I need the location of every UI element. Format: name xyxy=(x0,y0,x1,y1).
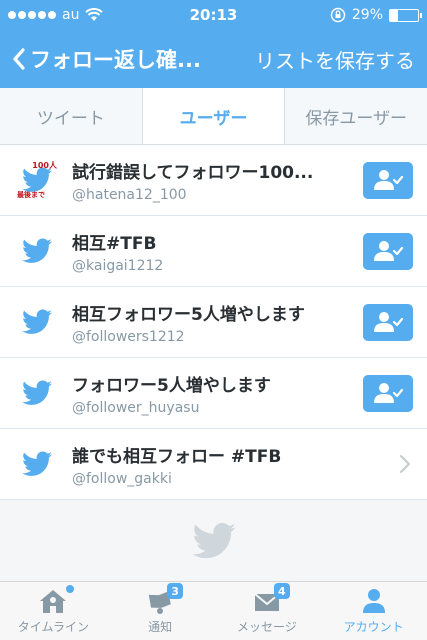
rotation-lock-icon xyxy=(330,7,346,23)
person-check-icon xyxy=(374,241,404,261)
twitter-bird-icon xyxy=(22,380,52,405)
tab-users[interactable]: ユーザー xyxy=(142,88,286,144)
status-bar: au 20:13 29% xyxy=(0,0,427,30)
user-name: 試行錯誤してフォロワー100... xyxy=(72,162,314,183)
notification-badge: 3 xyxy=(167,583,184,599)
follow-button[interactable] xyxy=(363,232,413,270)
user-handle: @follower_huyasu xyxy=(72,399,200,416)
tab-label: アカウント xyxy=(343,620,404,634)
avatar xyxy=(17,444,57,484)
twitter-bird-icon xyxy=(22,451,52,476)
avatar-badge-bottom: 最後まで xyxy=(17,191,45,199)
tab-saved-users[interactable]: 保存ユーザー xyxy=(285,88,427,144)
follow-button[interactable] xyxy=(363,161,413,199)
twitter-bird-icon xyxy=(22,309,52,334)
avatar xyxy=(17,231,57,271)
navigation-bar: フォロー返し確... リストを保存する xyxy=(0,30,427,88)
envelope-icon: 4 xyxy=(252,583,290,615)
bell-icon: 3 xyxy=(145,583,184,615)
follow-button[interactable] xyxy=(363,303,413,341)
home-icon xyxy=(38,585,75,615)
wifi-icon xyxy=(85,8,104,21)
person-icon xyxy=(359,587,389,615)
follow-button[interactable] xyxy=(363,374,413,412)
list-item[interactable]: 相互フォロワー5人増やします @followers1212 xyxy=(0,287,427,358)
segment-tabs: ツイート ユーザー 保存ユーザー xyxy=(0,88,427,145)
list-item[interactable]: 誰でも相互フォロー #TFB @follow_gakki xyxy=(0,429,427,500)
message-badge: 4 xyxy=(273,583,290,599)
save-list-button[interactable]: リストを保存する xyxy=(255,45,415,74)
user-name: 相互#TFB xyxy=(72,233,157,254)
user-name: 誰でも相互フォロー #TFB xyxy=(72,446,282,467)
twitter-bird-icon xyxy=(191,522,236,558)
tab-label: タイムライン xyxy=(17,620,89,634)
person-check-icon xyxy=(374,170,404,190)
person-check-icon xyxy=(374,383,404,403)
battery-percentage: 29% xyxy=(351,7,383,23)
user-info: 誰でも相互フォロー #TFB @follow_gakki xyxy=(72,442,399,487)
list-end-area xyxy=(0,500,427,581)
tab-messages[interactable]: 4 メッセージ xyxy=(214,582,321,640)
avatar-badge-top: 100人 xyxy=(32,161,57,170)
user-info: 相互フォロワー5人増やします @followers1212 xyxy=(72,300,363,345)
list-item[interactable]: 相互#TFB @kaigai1212 xyxy=(0,216,427,287)
user-info: フォロワー5人増やします @follower_huyasu xyxy=(72,371,363,416)
page-title: フォロー返し確... xyxy=(30,48,201,72)
user-info: 相互#TFB @kaigai1212 xyxy=(72,229,363,274)
user-handle: @followers1212 xyxy=(72,328,185,345)
status-left: au xyxy=(8,7,104,23)
twitter-bird-icon xyxy=(22,238,52,263)
list-item[interactable]: フォロワー5人増やします @follower_huyasu xyxy=(0,358,427,429)
tab-account[interactable]: アカウント xyxy=(320,582,427,640)
user-handle: @kaigai1212 xyxy=(72,257,164,274)
person-check-icon xyxy=(374,312,404,332)
bottom-tab-bar: タイムライン 3 通知 4 メッセージ アカウント xyxy=(0,581,427,640)
user-list: 100人 最後まで 試行錯誤してフォロワー100... @hatena12_10… xyxy=(0,145,427,500)
unread-dot xyxy=(66,585,75,593)
list-item[interactable]: 100人 最後まで 試行錯誤してフォロワー100... @hatena12_10… xyxy=(0,145,427,216)
user-info: 試行錯誤してフォロワー100... @hatena12_100 xyxy=(72,158,363,203)
user-handle: @hatena12_100 xyxy=(72,186,187,203)
avatar xyxy=(17,302,57,342)
battery-icon xyxy=(389,8,422,22)
carrier-label: au xyxy=(62,7,80,23)
tab-notifications[interactable]: 3 通知 xyxy=(107,582,214,640)
user-name: フォロワー5人増やします xyxy=(72,375,271,396)
battery-level xyxy=(390,9,399,21)
tab-tweets[interactable]: ツイート xyxy=(0,88,143,144)
chevron-right-icon xyxy=(399,454,411,474)
tab-label: メッセージ xyxy=(236,620,297,634)
back-button[interactable]: フォロー返し確... xyxy=(10,44,201,74)
avatar xyxy=(17,373,57,413)
tab-timeline[interactable]: タイムライン xyxy=(0,582,107,640)
user-name: 相互フォロワー5人増やします xyxy=(72,304,305,325)
avatar: 100人 最後まで xyxy=(17,160,57,200)
signal-strength-icon xyxy=(8,11,56,19)
chevron-left-icon xyxy=(13,48,25,70)
tab-label: 通知 xyxy=(148,620,173,634)
status-right: 29% xyxy=(330,7,422,23)
user-handle: @follow_gakki xyxy=(72,470,172,487)
